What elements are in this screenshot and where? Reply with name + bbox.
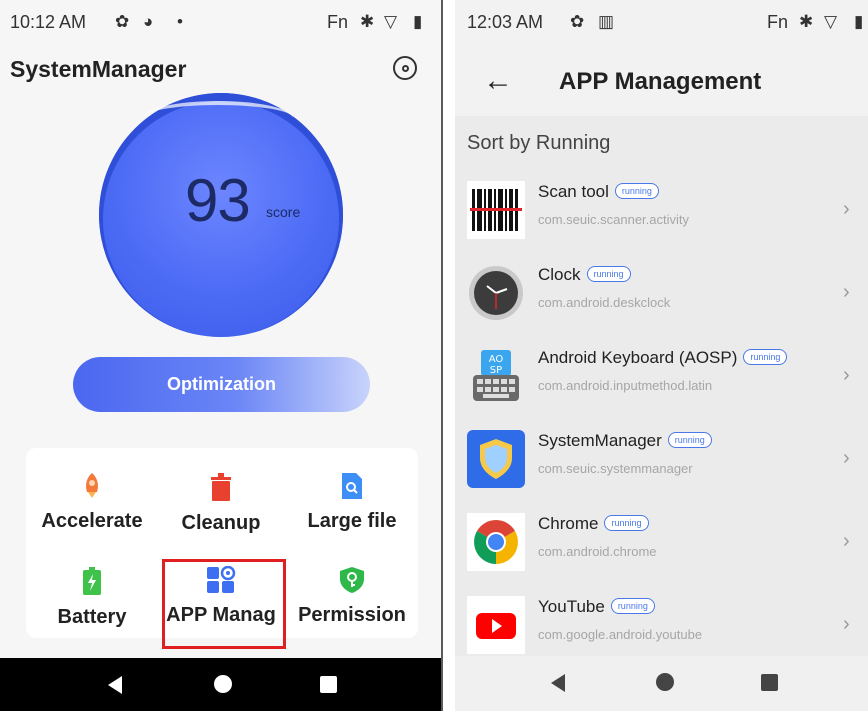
bluetooth-icon: ✱ <box>799 12 814 31</box>
nav-recents-icon[interactable] <box>320 676 337 693</box>
app-package: com.android.deskclock <box>538 295 671 310</box>
app-row-keyboard[interactable]: AO SP Android Keyboard (AOSP) running com… <box>455 340 868 422</box>
running-badge: running <box>743 348 788 365</box>
nav-back-icon[interactable] <box>108 676 122 694</box>
battery-status-icon: ▮ <box>413 12 423 31</box>
back-arrow-icon[interactable]: ← <box>483 66 513 96</box>
app-list-area: Sort by Running Scan tool running com.seu… <box>455 116 868 656</box>
trash-icon <box>211 473 231 501</box>
running-badge: running <box>614 182 659 199</box>
tool-label: Large file <box>307 510 397 532</box>
page-title: APP Management <box>559 68 762 95</box>
app-row-chrome[interactable]: Chrome running com.android.chrome › <box>455 506 868 588</box>
tool-accelerate[interactable]: Accelerate <box>27 472 157 533</box>
app-row-systemmanager[interactable]: SystemManager running com.seuic.systemman… <box>455 423 868 505</box>
tool-label: Cleanup <box>181 512 261 534</box>
app-name: Android Keyboard (AOSP) running <box>538 348 788 368</box>
barcode-icon <box>467 181 525 239</box>
tool-label: Accelerate <box>41 510 143 532</box>
keyboard-icon: AO SP <box>473 350 519 401</box>
gear-status-icon: ✿ <box>115 12 130 31</box>
nav-back-icon[interactable] <box>551 674 565 692</box>
app-name: Clock running <box>538 265 631 285</box>
chevron-right-icon: › <box>843 198 850 220</box>
highlight-box <box>162 559 286 649</box>
youtube-icon <box>467 596 525 654</box>
chevron-right-icon: › <box>843 447 850 469</box>
chevron-right-icon: › <box>843 281 850 303</box>
running-badge: running <box>604 514 649 531</box>
battery-icon <box>83 567 101 595</box>
app-name: YouTube running <box>538 597 655 617</box>
status-bar: 12:03 AM ✿ ▥ Fn ✱ ▽ ▮ <box>455 0 868 44</box>
tool-label: Battery <box>57 606 127 628</box>
app-package: com.android.inputmethod.latin <box>538 378 713 393</box>
system-manager-screen: 10:12 AM ✿ ◕ • Fn ✱ ▽ ▮ SystemManager 93… <box>0 0 443 711</box>
chevron-right-icon: › <box>843 530 850 552</box>
nav-home-icon[interactable] <box>656 673 674 691</box>
running-badge: running <box>667 431 712 448</box>
clock-icon <box>469 266 523 320</box>
optimization-button[interactable]: Optimization <box>73 357 370 412</box>
battery-status-icon: ▮ <box>854 12 864 31</box>
app-title: SystemManager <box>10 56 187 82</box>
status-time: 10:12 AM <box>10 12 87 32</box>
app-name: Chrome running <box>538 514 649 534</box>
file-search-icon <box>342 473 362 499</box>
app-name: Scan tool running <box>538 182 659 202</box>
rocket-icon <box>86 473 98 498</box>
wifi-icon: ▽ <box>384 12 398 31</box>
app-package: com.seuic.scanner.activity <box>538 212 690 227</box>
data-usage-icon: ◕ <box>143 12 154 31</box>
chevron-right-icon: › <box>843 613 850 635</box>
tool-label: Permission <box>298 604 406 626</box>
nav-home-icon[interactable] <box>214 675 232 693</box>
fn-indicator: Fn <box>767 12 789 32</box>
app-package: com.seuic.systemmanager <box>538 461 693 476</box>
chevron-right-icon: › <box>843 364 850 386</box>
app-management-screen: 12:03 AM ✿ ▥ Fn ✱ ▽ ▮ ← APP Management S… <box>455 0 868 711</box>
svg-text:AO: AO <box>489 354 504 365</box>
shield-app-icon <box>467 430 525 488</box>
tool-large-file[interactable]: Large file <box>287 472 417 533</box>
navigation-bar <box>0 658 441 711</box>
settings-icon[interactable] <box>393 56 417 80</box>
sort-label: Sort by Running <box>467 132 611 154</box>
tool-permission[interactable]: Permission <box>287 566 417 627</box>
status-bar: 10:12 AM ✿ ◕ • Fn ✱ ▽ ▮ <box>0 0 441 44</box>
fn-indicator: Fn <box>327 12 349 32</box>
shield-key-icon <box>340 567 364 593</box>
notification-dot: • <box>177 12 183 31</box>
screenshot-pair: 10:12 AM ✿ ◕ • Fn ✱ ▽ ▮ SystemManager 93… <box>0 0 868 711</box>
running-badge: running <box>610 597 655 614</box>
score-value: 93 <box>185 167 251 234</box>
nav-recents-icon[interactable] <box>761 674 778 691</box>
chrome-icon <box>467 513 525 571</box>
app-bar: ← APP Management <box>455 44 868 116</box>
app-row-scan-tool[interactable]: Scan tool running com.seuic.scanner.activ… <box>455 174 868 256</box>
tool-battery[interactable]: Battery <box>27 566 157 629</box>
status-time: 12:03 AM <box>467 12 544 32</box>
running-badge: running <box>586 265 631 282</box>
sim-card-icon: ▥ <box>598 12 615 31</box>
score-unit: score <box>266 204 301 220</box>
bluetooth-icon: ✱ <box>360 12 375 31</box>
app-row-clock[interactable]: Clock running com.android.deskclock › <box>455 257 868 339</box>
tool-cleanup[interactable]: Cleanup <box>156 472 286 535</box>
svg-text:SP: SP <box>490 365 502 376</box>
app-package: com.android.chrome <box>538 544 657 559</box>
navigation-bar <box>455 656 868 711</box>
app-package: com.google.android.youtube <box>538 627 703 642</box>
gear-status-icon: ✿ <box>570 12 585 31</box>
wifi-icon: ▽ <box>824 12 838 31</box>
app-name: SystemManager running <box>538 431 712 451</box>
